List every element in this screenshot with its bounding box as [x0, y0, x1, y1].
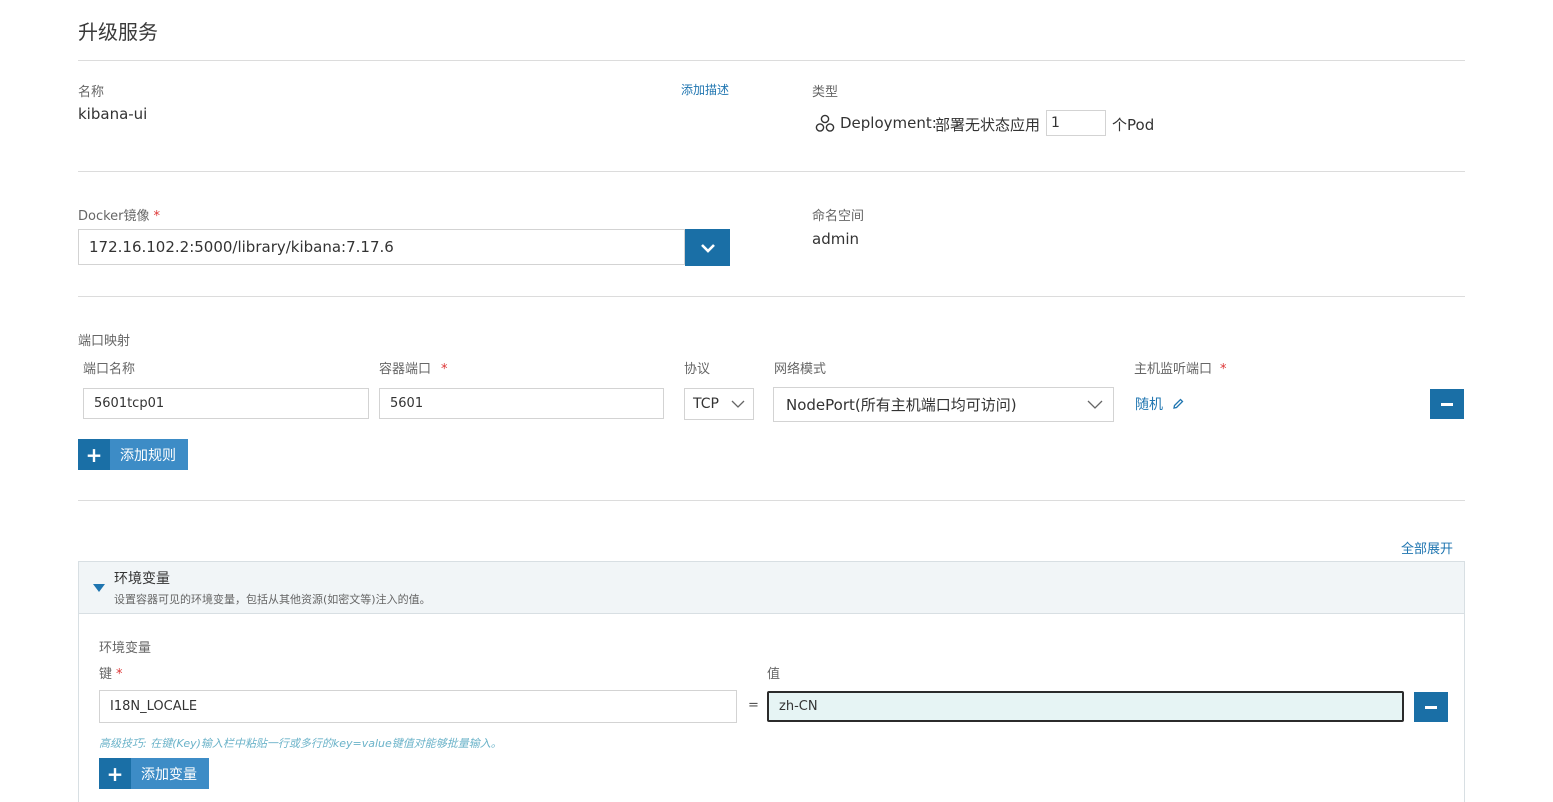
env-value-input[interactable]: zh-CN: [767, 691, 1404, 722]
minus-icon: [1425, 705, 1437, 709]
port-name-header: 端口名称: [83, 362, 136, 377]
chevron-down-icon: [731, 400, 745, 408]
namespace-label: 命名空间: [812, 209, 865, 224]
env-inner-label: 环境变量: [99, 641, 152, 656]
namespace-value: admin: [812, 230, 859, 248]
page-title: 升级服务: [78, 20, 158, 44]
docker-image-input[interactable]: 172.16.102.2:5000/library/kibana:7.17.6: [78, 229, 685, 265]
docker-image-dropdown-button[interactable]: [685, 229, 730, 266]
chevron-down-icon: [1087, 400, 1103, 409]
chevron-down-icon: [700, 243, 715, 253]
add-rule-label: 添加规则: [110, 439, 188, 470]
add-variable-label: 添加变量: [131, 758, 209, 789]
network-mode-select[interactable]: NodePort(所有主机端口均可访问): [773, 387, 1114, 422]
deployment-icon: [814, 113, 836, 135]
env-tip: 高级技巧: 在键(Key)输入栏中粘贴一行或多行的key=value键值对能够批…: [99, 737, 502, 750]
protocol-select[interactable]: TCP: [684, 388, 754, 420]
type-label: 类型: [812, 85, 839, 100]
collapse-caret-icon[interactable]: [93, 584, 105, 592]
divider: [78, 171, 1465, 172]
env-panel-subtitle: 设置容器可见的环境变量，包括从其他资源(如密文等)注入的值。: [114, 593, 431, 606]
host-port-random-link[interactable]: 随机: [1135, 394, 1185, 414]
container-port-header: 容器端口 *: [379, 362, 448, 377]
remove-env-button[interactable]: [1414, 692, 1448, 722]
equals-sign: =: [748, 698, 759, 713]
pencil-icon: [1173, 398, 1184, 409]
plus-icon: +: [78, 439, 110, 470]
divider: [78, 296, 1465, 297]
divider: [78, 500, 1465, 501]
protocol-header: 协议: [684, 362, 711, 377]
deployment-type: Deployment:: [840, 114, 937, 132]
host-port-header: 主机监听端口 *: [1134, 362, 1227, 377]
docker-image-label: Docker镜像 *: [78, 209, 161, 224]
expand-all-link[interactable]: 全部展开: [1401, 538, 1453, 557]
pod-suffix: 个Pod: [1112, 116, 1155, 134]
port-name-input[interactable]: 5601tcp01: [83, 388, 369, 419]
add-variable-button[interactable]: + 添加变量: [99, 758, 209, 789]
add-description-link[interactable]: 添加描述: [681, 81, 729, 98]
pod-count-input[interactable]: 1: [1046, 110, 1106, 136]
plus-icon: +: [99, 758, 131, 789]
network-mode-header: 网络模式: [774, 362, 827, 377]
protocol-value: TCP: [693, 396, 719, 412]
port-mapping-label: 端口映射: [78, 334, 131, 349]
env-key-label: 键 *: [99, 667, 123, 682]
env-value-label: 值: [767, 667, 781, 682]
remove-port-button[interactable]: [1430, 389, 1464, 419]
env-panel-title: 环境变量: [114, 571, 170, 587]
add-rule-button[interactable]: + 添加规则: [78, 439, 188, 470]
name-value: kibana-ui: [78, 105, 148, 123]
env-key-input[interactable]: I18N_LOCALE: [99, 690, 737, 723]
name-label: 名称: [78, 85, 105, 100]
deployment-desc: 部署无状态应用: [935, 116, 1041, 134]
network-mode-value: NodePort(所有主机端口均可访问): [786, 396, 1017, 414]
minus-icon: [1441, 402, 1453, 406]
container-port-input[interactable]: 5601: [379, 388, 664, 419]
divider: [78, 60, 1465, 61]
host-port-value: 随机: [1135, 397, 1163, 413]
